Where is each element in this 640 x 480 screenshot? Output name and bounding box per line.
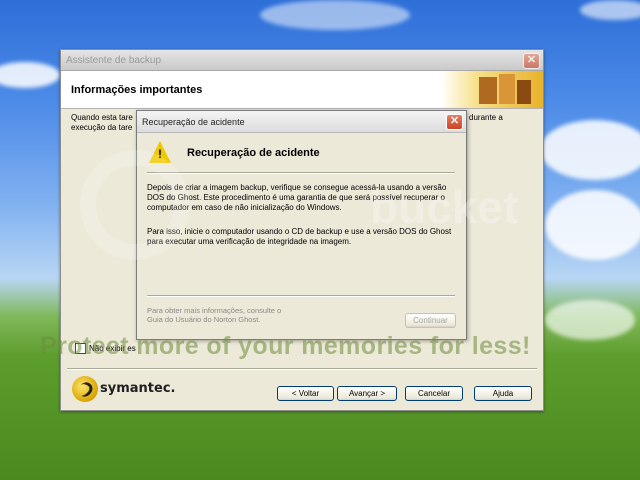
dialog-separator: [147, 295, 455, 297]
watermark-text: Protect more of your memories for less!: [40, 332, 531, 360]
sky-cloud: [580, 0, 640, 20]
sky-cloud: [260, 0, 410, 30]
sky-cloud: [545, 190, 640, 260]
sky-cloud: [0, 62, 60, 88]
header-banner-image: [441, 71, 543, 108]
window-title: Assistente de backup: [66, 55, 162, 66]
back-button[interactable]: < Voltar: [277, 386, 334, 401]
wizard-body-text: execução da tare: [71, 123, 133, 132]
window-close-button[interactable]: ✕: [523, 53, 540, 69]
symantec-logo-text: symantec.: [100, 381, 176, 396]
dialog-title: Recuperação de acidente: [142, 117, 245, 127]
symantec-logo-icon: [72, 376, 98, 402]
watermark-ring: [80, 150, 190, 260]
dialog-close-button[interactable]: ✕: [446, 114, 463, 130]
help-button[interactable]: Ajuda: [474, 386, 532, 401]
more-info-text: Para obter mais informações, consulte o …: [147, 306, 282, 324]
wizard-body-text: Quando esta tare: [71, 113, 133, 122]
wizard-body-text: durante a: [469, 113, 503, 122]
dialog-separator: [147, 172, 455, 174]
watermark-logo: bucket: [370, 181, 519, 233]
product-box-shape: [499, 74, 515, 104]
sky-cloud: [540, 120, 640, 180]
close-icon: ✕: [449, 115, 460, 127]
dialog-heading: Recuperação de acidente: [187, 147, 320, 159]
next-button[interactable]: Avançar >: [337, 386, 397, 401]
wizard-header: Informações importantes: [61, 71, 543, 109]
cancel-button[interactable]: Cancelar: [405, 386, 463, 401]
product-box-shape: [479, 77, 497, 104]
wizard-page-title: Informações importantes: [71, 84, 203, 96]
close-icon: ✕: [526, 54, 537, 66]
continue-button[interactable]: Continuar: [405, 313, 456, 328]
footer-separator: [67, 368, 537, 370]
window-titlebar[interactable]: Assistente de backup ✕: [61, 50, 543, 71]
dialog-titlebar[interactable]: Recuperação de acidente ✕: [137, 111, 466, 133]
product-box-shape: [517, 80, 531, 104]
